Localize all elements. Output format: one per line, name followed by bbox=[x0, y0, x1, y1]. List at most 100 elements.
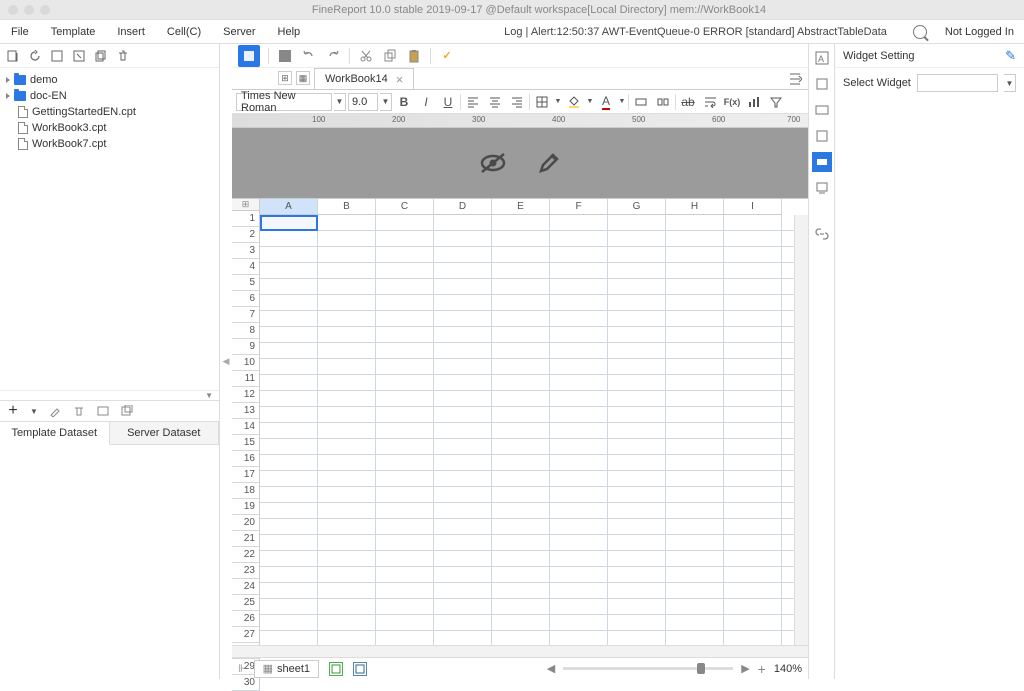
login-status[interactable]: Not Logged In bbox=[945, 26, 1014, 38]
column-header[interactable]: H bbox=[666, 199, 724, 215]
row-header[interactable]: 4 bbox=[232, 259, 260, 275]
row-header[interactable]: 17 bbox=[232, 467, 260, 483]
tree-folder-doc-en[interactable]: doc-EN bbox=[0, 88, 219, 104]
row-header[interactable]: 10 bbox=[232, 355, 260, 371]
expand-icon[interactable] bbox=[6, 77, 10, 83]
add-icon[interactable]: + bbox=[6, 404, 20, 418]
close-window-icon[interactable] bbox=[8, 5, 18, 15]
row-header[interactable]: 7 bbox=[232, 307, 260, 323]
check-icon[interactable]: ✓ bbox=[439, 48, 455, 64]
unmerge-button[interactable] bbox=[653, 92, 673, 112]
dropdown-icon[interactable]: ▼ bbox=[586, 98, 594, 105]
trash-icon[interactable] bbox=[72, 404, 86, 418]
format-painter-button[interactable]: F(x) bbox=[722, 92, 742, 112]
merge-button[interactable] bbox=[631, 92, 651, 112]
dropdown-icon[interactable]: ▼ bbox=[380, 93, 392, 111]
close-tab-icon[interactable]: × bbox=[396, 72, 404, 87]
present-icon[interactable] bbox=[812, 178, 832, 198]
select-all-corner[interactable]: ⊞ bbox=[232, 199, 260, 211]
preview-icon[interactable] bbox=[96, 404, 110, 418]
column-header[interactable]: G bbox=[608, 199, 666, 215]
row-header[interactable]: 26 bbox=[232, 611, 260, 627]
horizontal-scrollbar[interactable] bbox=[232, 645, 808, 657]
edit-icon[interactable] bbox=[537, 151, 561, 175]
zoom-value[interactable]: 140% bbox=[774, 663, 802, 675]
underline-button[interactable]: U bbox=[438, 92, 458, 112]
zoom-next-icon[interactable]: ▶ bbox=[741, 662, 749, 675]
undo-icon[interactable] bbox=[301, 48, 317, 64]
save-icon[interactable] bbox=[277, 48, 293, 64]
copy-icon[interactable] bbox=[382, 48, 398, 64]
row-header[interactable]: 8 bbox=[232, 323, 260, 339]
column-header[interactable]: F bbox=[550, 199, 608, 215]
column-header[interactable]: E bbox=[492, 199, 550, 215]
tree-collapse-handle[interactable]: ▼ bbox=[0, 390, 219, 400]
row-header[interactable]: 23 bbox=[232, 563, 260, 579]
file-tab-workbook14[interactable]: WorkBook14 × bbox=[314, 68, 414, 89]
strike-button[interactable]: ab bbox=[678, 92, 698, 112]
font-size-select[interactable]: 9.0 bbox=[348, 93, 378, 111]
row-header[interactable]: 20 bbox=[232, 515, 260, 531]
align-center-button[interactable] bbox=[485, 92, 505, 112]
column-header[interactable]: C bbox=[376, 199, 434, 215]
italic-button[interactable]: I bbox=[416, 92, 436, 112]
chart-button[interactable] bbox=[744, 92, 764, 112]
new-file-icon[interactable] bbox=[6, 49, 20, 63]
wrap-button[interactable] bbox=[700, 92, 720, 112]
row-header[interactable]: 3 bbox=[232, 243, 260, 259]
row-header[interactable]: 21 bbox=[232, 531, 260, 547]
add-sheet-blue-icon[interactable] bbox=[353, 662, 367, 676]
shrink-icon[interactable] bbox=[50, 49, 64, 63]
dropdown-icon[interactable]: ▼ bbox=[334, 93, 346, 111]
app-icon[interactable] bbox=[238, 45, 260, 67]
row-header[interactable]: 2 bbox=[232, 227, 260, 243]
splitter[interactable]: ◀ bbox=[220, 44, 232, 679]
border-button[interactable] bbox=[532, 92, 552, 112]
delete-icon[interactable] bbox=[116, 49, 130, 63]
dropdown-icon[interactable]: ▼ bbox=[618, 98, 626, 105]
hyperlink-icon[interactable] bbox=[812, 126, 832, 146]
edit-icon[interactable] bbox=[48, 404, 62, 418]
row-header[interactable]: 1 bbox=[232, 211, 260, 227]
menu-file[interactable]: File bbox=[0, 20, 40, 43]
align-left-button[interactable] bbox=[463, 92, 483, 112]
minimize-window-icon[interactable] bbox=[24, 5, 34, 15]
sheet-nav-icon[interactable]: ⊩ bbox=[238, 662, 248, 675]
tab-server-dataset[interactable]: Server Dataset bbox=[110, 422, 220, 444]
cells-area[interactable] bbox=[260, 215, 794, 645]
row-header[interactable]: 19 bbox=[232, 499, 260, 515]
grid-view-icon[interactable]: ⊞ bbox=[278, 71, 292, 85]
copy-icon[interactable] bbox=[94, 49, 108, 63]
selected-cell[interactable] bbox=[260, 215, 318, 231]
tree-file[interactable]: WorkBook3.cpt bbox=[0, 120, 219, 136]
zoom-prev-icon[interactable]: ◀ bbox=[547, 662, 555, 675]
vertical-scrollbar[interactable] bbox=[794, 215, 808, 645]
add-sheet-green-icon[interactable] bbox=[329, 662, 343, 676]
row-header[interactable]: 22 bbox=[232, 547, 260, 563]
font-family-select[interactable]: Times New Roman bbox=[236, 93, 332, 111]
menu-help[interactable]: Help bbox=[267, 20, 312, 43]
locate-icon[interactable] bbox=[788, 68, 802, 89]
tree-file[interactable]: WorkBook7.cpt bbox=[0, 136, 219, 152]
cell-element-icon[interactable] bbox=[812, 74, 832, 94]
row-header[interactable]: 18 bbox=[232, 483, 260, 499]
bold-button[interactable]: B bbox=[394, 92, 414, 112]
column-header[interactable]: A bbox=[260, 199, 318, 215]
zoom-slider[interactable] bbox=[563, 667, 733, 670]
column-header[interactable]: I bbox=[724, 199, 782, 215]
cut-icon[interactable] bbox=[358, 48, 374, 64]
tree-folder-demo[interactable]: demo bbox=[0, 72, 219, 88]
maximize-window-icon[interactable] bbox=[40, 5, 50, 15]
cell-attr-icon[interactable]: A bbox=[812, 48, 832, 68]
column-header[interactable]: B bbox=[318, 199, 376, 215]
log-text[interactable]: Log | Alert:12:50:37 AWT-EventQueue-0 ER… bbox=[504, 26, 913, 38]
chain-icon[interactable] bbox=[812, 224, 832, 244]
menu-template[interactable]: Template bbox=[40, 20, 107, 43]
options-icon[interactable] bbox=[72, 49, 86, 63]
collapse-icon[interactable]: ✎ bbox=[1005, 48, 1016, 64]
align-right-button[interactable] bbox=[507, 92, 527, 112]
column-header[interactable]: D bbox=[434, 199, 492, 215]
widget-setting-icon[interactable] bbox=[812, 152, 832, 172]
menu-insert[interactable]: Insert bbox=[106, 20, 156, 43]
layout-view-icon[interactable]: ▦ bbox=[296, 71, 310, 85]
